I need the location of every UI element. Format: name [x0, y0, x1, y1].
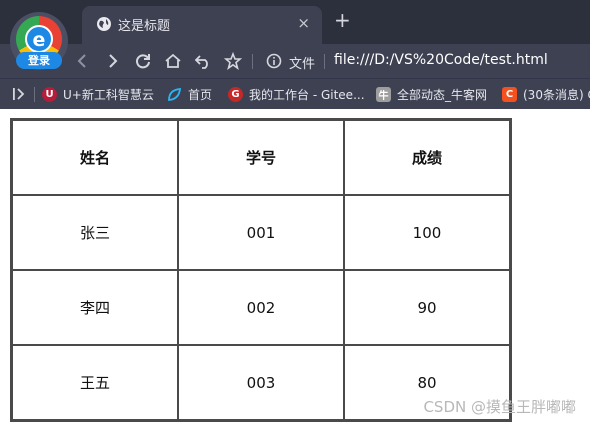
- protocol-label: 文件: [289, 57, 316, 72]
- info-icon: [266, 53, 282, 69]
- cell-name: 王五: [12, 345, 178, 420]
- cell-student-id: 002: [178, 270, 344, 345]
- cell-name: 张三: [12, 195, 178, 270]
- home-icon: [165, 53, 181, 68]
- bookmark-label: 首页: [188, 87, 213, 102]
- bookmark-label: 我的工作台 - Gitee...: [249, 87, 365, 102]
- sidebar-toggle-button[interactable]: [8, 83, 30, 105]
- cell-name: 李四: [12, 270, 178, 345]
- column-header-score: 成绩: [344, 120, 510, 195]
- table-row: 张三 001 100: [12, 195, 510, 270]
- cell-student-id: 001: [178, 195, 344, 270]
- bookmark-label: (30条消息) C: [523, 87, 590, 102]
- csdn-icon: C: [502, 86, 517, 102]
- page-content: 姓名 学号 成绩 张三 001 100 李四 002 90 王五 003 80 …: [0, 109, 590, 427]
- column-header-name: 姓名: [12, 120, 178, 195]
- bookmarks-bar: U U+新工科智慧云 首页 G 我的工作台 - Gitee... 牛 全部动态_…: [0, 78, 590, 109]
- cell-score: 100: [344, 195, 510, 270]
- star-icon: [224, 52, 242, 70]
- back-arrow-icon: [77, 54, 86, 68]
- bookmark-item-nowcoder[interactable]: 牛 全部动态_牛客网: [376, 85, 487, 103]
- forward-arrow-icon: [109, 54, 118, 68]
- table-header-row: 姓名 学号 成绩: [12, 120, 510, 195]
- toolbar: 文件 file:///D:/VS%20Code/test.html: [0, 44, 590, 78]
- tab-active[interactable]: 这是标题 ×: [82, 6, 322, 44]
- bookmark-label: 全部动态_牛客网: [397, 87, 488, 102]
- nowcoder-icon: 牛: [376, 86, 391, 102]
- bookmark-star-button[interactable]: [222, 50, 244, 72]
- u-plus-icon: U: [42, 86, 57, 102]
- leaf-icon: [167, 87, 182, 102]
- login-label: 登录: [16, 52, 62, 69]
- sidebar-toggle-icon: [13, 88, 25, 100]
- reload-button[interactable]: [132, 50, 154, 72]
- undo-close-button[interactable]: [192, 50, 214, 72]
- new-tab-button[interactable]: +: [334, 10, 351, 30]
- bookmarks-divider: [34, 87, 35, 102]
- address-bar[interactable]: file:///D:/VS%20Code/test.html: [334, 52, 548, 68]
- globe-icon: [97, 17, 111, 31]
- forward-button[interactable]: [101, 50, 123, 72]
- column-header-student-id: 学号: [178, 120, 344, 195]
- tab-strip: e 登录 这是标题 × +: [0, 0, 590, 70]
- tab-title: 这是标题: [118, 19, 171, 34]
- watermark: CSDN @摸鱼王胖嘟嘟: [423, 398, 576, 416]
- back-button[interactable]: [72, 50, 94, 72]
- bookmark-item-uplus[interactable]: U U+新工科智慧云: [42, 85, 154, 103]
- bookmark-item-gitee[interactable]: G 我的工作台 - Gitee...: [228, 85, 365, 103]
- bookmark-label: U+新工科智慧云: [63, 87, 154, 102]
- address-divider: [324, 54, 325, 69]
- bookmark-item-home[interactable]: 首页: [167, 85, 212, 103]
- home-button[interactable]: [162, 50, 184, 72]
- toolbar-divider: [252, 54, 253, 69]
- profile-button[interactable]: e 登录: [10, 12, 68, 70]
- table-row: 李四 002 90: [12, 270, 510, 345]
- reload-icon: [136, 54, 150, 69]
- site-info-button[interactable]: [263, 50, 285, 72]
- gitee-icon: G: [228, 86, 243, 102]
- grades-table: 姓名 学号 成绩 张三 001 100 李四 002 90 王五 003 80: [10, 118, 512, 422]
- bookmark-item-csdn[interactable]: C (30条消息) C: [502, 85, 590, 103]
- cell-score: 90: [344, 270, 510, 345]
- close-tab-icon[interactable]: ×: [297, 14, 310, 32]
- undo-icon: [194, 55, 208, 69]
- cell-student-id: 003: [178, 345, 344, 420]
